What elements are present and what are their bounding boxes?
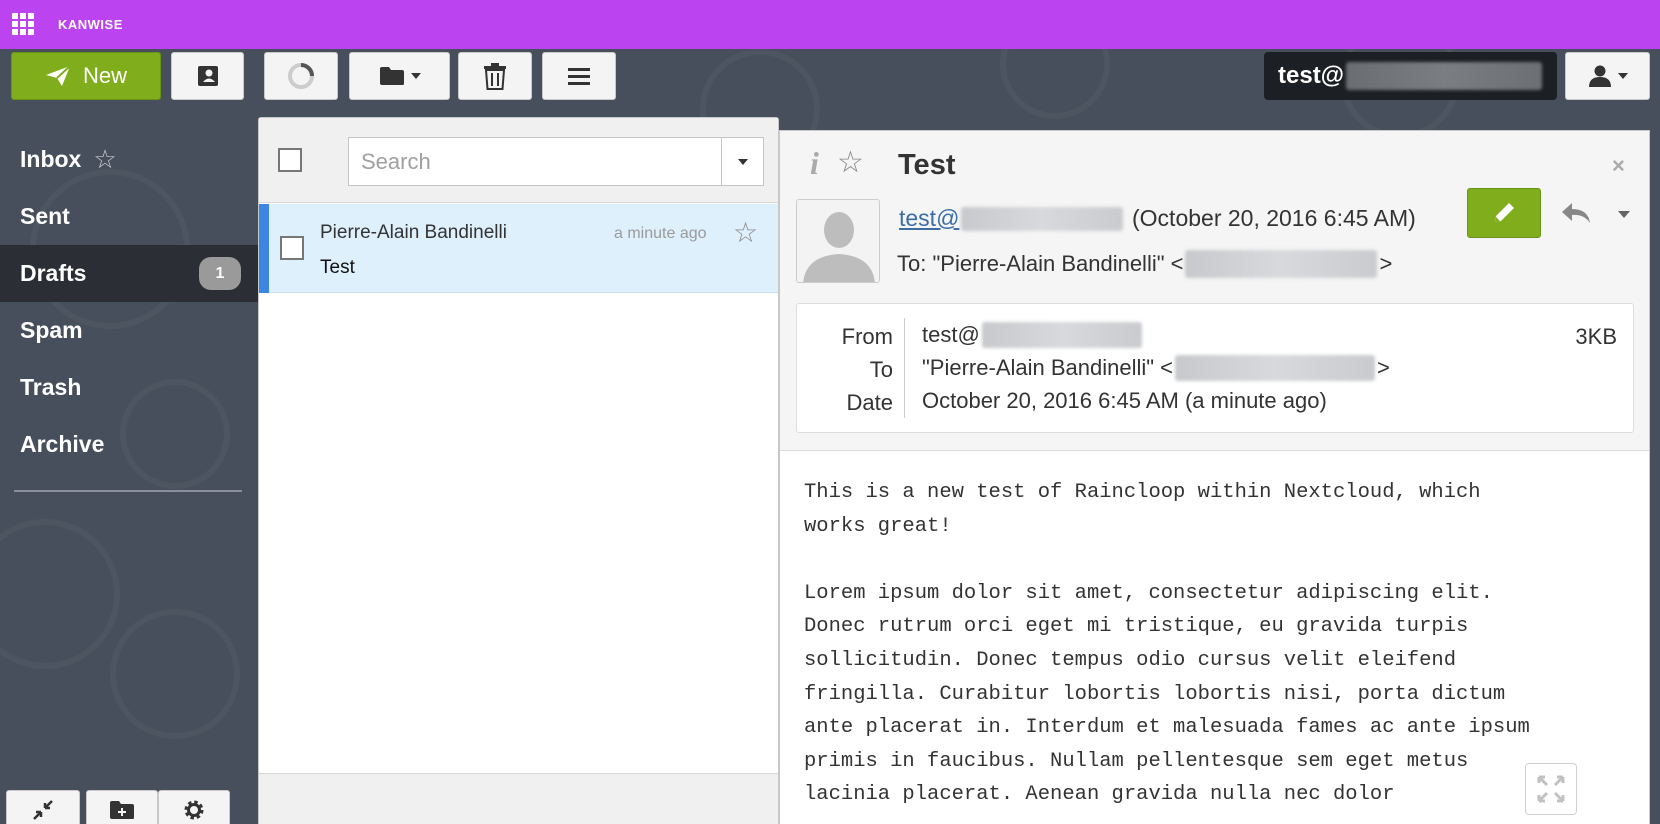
to-name: "Pierre-Alain Bandinelli" <: [922, 355, 1174, 380]
sidebar-item-trash[interactable]: Trash: [0, 359, 258, 416]
pencil-icon: [1495, 203, 1514, 222]
date-label: Date: [846, 390, 893, 415]
from-value: test@: [922, 322, 1144, 348]
redacted-email: [1175, 355, 1376, 381]
to-suffix: >: [1377, 355, 1390, 380]
to-value: "Pierre-Alain Bandinelli" < >: [922, 355, 1390, 381]
message-details: From To Date test@ "Pierre-Alain Bandine…: [796, 303, 1634, 433]
message-list-panel: Pierre-Alain Bandinelli a minute ago ☆ T…: [258, 117, 779, 824]
edit-button[interactable]: [1467, 188, 1541, 238]
folder-icon: [379, 67, 404, 85]
add-folder-icon: [110, 801, 134, 819]
message-subject-title: Test: [898, 149, 956, 181]
message-size: 3KB: [1575, 324, 1617, 349]
select-all-checkbox[interactable]: [278, 148, 302, 172]
message-date: (October 20, 2016 6:45 AM): [1132, 205, 1416, 231]
contacts-button[interactable]: [171, 52, 244, 100]
from-email-prefix: test@: [922, 322, 980, 347]
recipient-prefix: To: "Pierre-Alain Bandinelli" <: [897, 251, 1184, 276]
redacted-email: [1346, 62, 1543, 90]
details-separator: [904, 318, 905, 418]
folder-label: Spam: [20, 317, 83, 343]
search-input[interactable]: [348, 137, 722, 186]
message-list-header: [259, 118, 778, 203]
redacted-email: [981, 322, 1142, 348]
info-icon[interactable]: i: [810, 145, 819, 182]
message-subject: Test: [320, 257, 355, 278]
sender-email-link[interactable]: test@: [899, 205, 1124, 232]
menu-icon: [568, 68, 590, 85]
folder-label: Inbox: [20, 146, 82, 172]
add-folder-button[interactable]: [86, 790, 158, 824]
star-icon[interactable]: ☆: [837, 145, 864, 180]
message-view-panel: i ☆ Test × test@ (October 20, 2016 6:45 …: [779, 130, 1650, 824]
fullscreen-icon: [1537, 775, 1565, 803]
contact-card-icon: [197, 66, 218, 86]
sender-email-prefix: test@: [899, 205, 960, 231]
account-email-prefix: test@: [1278, 62, 1345, 89]
fullscreen-button[interactable]: [1525, 763, 1577, 815]
sidebar-divider: [14, 490, 242, 492]
star-icon[interactable]: ☆: [733, 216, 758, 249]
message-header: i ☆ Test × test@ (October 20, 2016 6:45 …: [780, 131, 1649, 451]
send-icon: [45, 65, 71, 86]
selected-indicator: [259, 204, 269, 293]
user-menu-button[interactable]: [1565, 52, 1650, 100]
recipient-line: To: "Pierre-Alain Bandinelli" < >: [897, 250, 1392, 278]
message-body: This is a new test of Raincloop within N…: [804, 481, 1530, 807]
delete-button[interactable]: [458, 52, 532, 100]
brand-logo: KANWISE: [58, 17, 123, 32]
gear-icon: [184, 800, 204, 820]
message-list-footer: [259, 773, 778, 824]
top-bar: KANWISE: [0, 0, 1660, 49]
chevron-down-icon: [410, 73, 421, 79]
date-text: October 20, 2016 6:45 AM (a minute ago): [922, 388, 1327, 413]
message-sender: Pierre-Alain Bandinelli: [320, 222, 507, 243]
sidebar-item-sent[interactable]: Sent: [0, 188, 258, 245]
redacted-email: [1185, 250, 1378, 278]
unread-count-badge: 1: [199, 257, 241, 290]
loading-spinner-icon: [288, 63, 314, 89]
close-icon[interactable]: ×: [1612, 153, 1625, 179]
sidebar-item-archive[interactable]: Archive: [0, 416, 258, 473]
date-value: October 20, 2016 6:45 AM (a minute ago): [922, 388, 1327, 414]
message-checkbox[interactable]: [280, 236, 304, 260]
refresh-button[interactable]: [264, 52, 338, 100]
redacted-email: [961, 206, 1124, 231]
from-label: From: [841, 324, 893, 349]
search-options-button[interactable]: [721, 137, 764, 186]
new-message-button[interactable]: New: [11, 52, 161, 100]
message-time: a minute ago: [614, 225, 707, 242]
apps-grid-icon[interactable]: [12, 13, 34, 35]
sidebar-item-drafts[interactable]: Drafts 1: [0, 245, 258, 302]
settings-button[interactable]: [158, 790, 230, 824]
move-to-folder-button[interactable]: [349, 52, 450, 100]
chevron-down-icon: [1617, 73, 1628, 79]
sidebar-item-inbox[interactable]: Inbox ☆: [0, 131, 258, 188]
reply-icon[interactable]: [1560, 201, 1592, 225]
new-button-label: New: [82, 63, 127, 88]
to-label: To: [869, 357, 893, 382]
trash-icon: [484, 63, 506, 90]
collapse-sidebar-button[interactable]: [6, 790, 80, 824]
chevron-down-icon[interactable]: [1618, 211, 1630, 218]
avatar: [796, 199, 880, 283]
folder-label: Archive: [20, 431, 105, 457]
sidebar-item-spam[interactable]: Spam: [0, 302, 258, 359]
user-icon: [1588, 65, 1611, 87]
folder-label: Sent: [20, 203, 70, 229]
star-icon[interactable]: ☆: [93, 144, 116, 175]
recipient-suffix: >: [1379, 251, 1393, 276]
collapse-arrows-icon: [33, 800, 53, 820]
more-actions-button[interactable]: [542, 52, 616, 100]
list-item[interactable]: Pierre-Alain Bandinelli a minute ago ☆ T…: [259, 204, 778, 293]
folder-label: Trash: [20, 374, 82, 400]
chevron-down-icon: [737, 158, 748, 165]
folder-label: Drafts: [20, 260, 87, 286]
account-switcher[interactable]: test@: [1264, 52, 1557, 100]
